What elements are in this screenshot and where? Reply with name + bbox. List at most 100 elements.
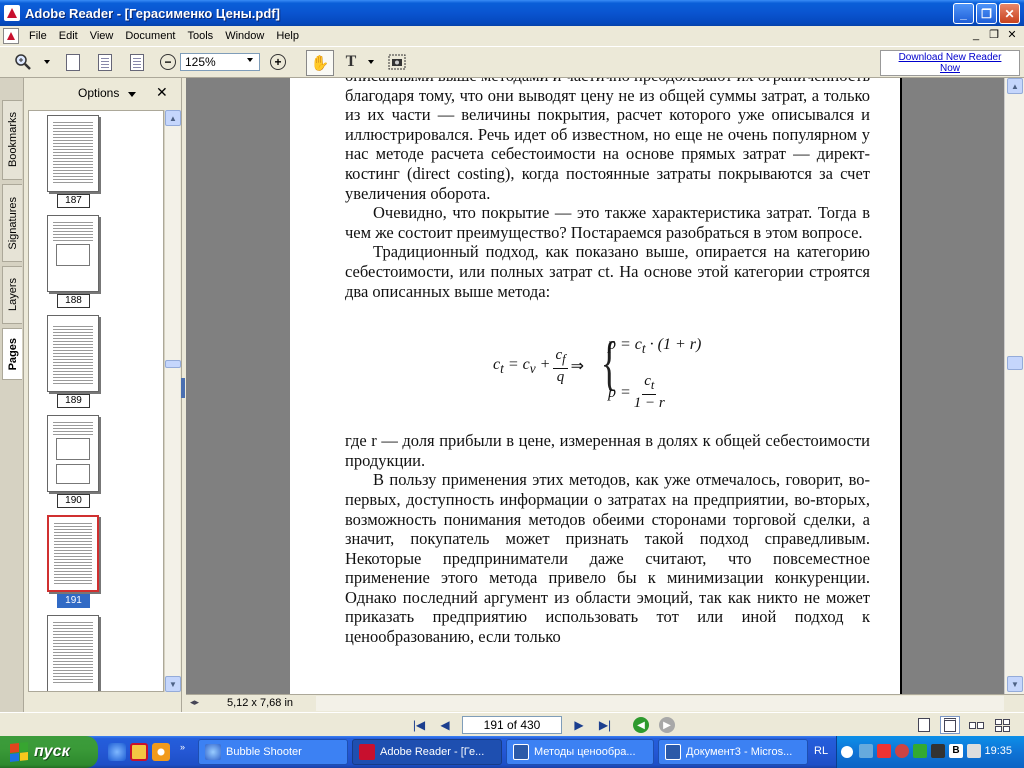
download-reader-link[interactable]: Download New Reader Now bbox=[890, 52, 1010, 74]
taskbar-item-label: Документ3 - Micros... bbox=[686, 746, 793, 758]
doc-restore-button[interactable]: ❐ bbox=[986, 28, 1002, 42]
magnifier-icon bbox=[13, 52, 33, 72]
maximize-button[interactable]: ❐ bbox=[976, 3, 997, 24]
fit-page-button[interactable] bbox=[94, 51, 116, 73]
tab-layers[interactable]: Layers bbox=[2, 266, 22, 324]
taskbar-item-word-document3[interactable]: Документ3 - Micros... bbox=[658, 739, 808, 765]
next-view-button[interactable]: ▶ bbox=[658, 717, 676, 733]
close-button[interactable]: ✕ bbox=[999, 3, 1020, 24]
taskbar-item-adobe-reader[interactable]: Adobe Reader - [Ге... bbox=[352, 739, 502, 765]
scroll-thumb[interactable] bbox=[165, 360, 181, 368]
scroll-up-button[interactable]: ▲ bbox=[1007, 78, 1023, 94]
page-thumbnail[interactable] bbox=[47, 415, 99, 492]
page-thumbnail[interactable] bbox=[47, 115, 99, 192]
b-app-icon[interactable]: B bbox=[949, 744, 963, 758]
scroll-up-button[interactable]: ▲ bbox=[165, 110, 181, 126]
minimize-button[interactable]: _ bbox=[953, 3, 974, 24]
formula-cost: ct = cv + cf q ⇒ bbox=[493, 347, 584, 386]
document-icon[interactable] bbox=[3, 28, 19, 44]
page-number-input[interactable]: 191 of 430 bbox=[462, 716, 562, 734]
page-thumbnail-current[interactable] bbox=[47, 515, 99, 592]
next-page-icon: ▶ bbox=[574, 718, 584, 732]
first-page-button[interactable]: |◀ bbox=[410, 717, 428, 733]
menu-tools[interactable]: Tools bbox=[182, 27, 220, 45]
fit-width-button[interactable] bbox=[126, 51, 148, 73]
menu-document[interactable]: Document bbox=[119, 27, 181, 45]
title-bar[interactable]: Adobe Reader - [Герасименко Цены.pdf] _ … bbox=[0, 0, 1024, 26]
internet-explorer-icon[interactable] bbox=[108, 743, 126, 761]
split-arrows-icon[interactable]: ◂▸ bbox=[190, 697, 199, 708]
paragraph: Очевидно, что покрытие — это также харак… bbox=[345, 203, 870, 242]
zoom-dropdown-button[interactable] bbox=[40, 51, 54, 73]
close-panel-button[interactable]: ✕ bbox=[156, 84, 168, 101]
tab-signatures[interactable]: Signatures bbox=[2, 184, 22, 262]
taskbar-item-label: Bubble Shooter bbox=[226, 746, 302, 758]
quick-launch-expand-icon[interactable]: » bbox=[180, 742, 185, 752]
taskbar-item-word-methods[interactable]: Методы ценообра... bbox=[506, 739, 654, 765]
menu-view[interactable]: View bbox=[84, 27, 120, 45]
options-button[interactable]: Options bbox=[78, 86, 119, 100]
single-page-view-button[interactable] bbox=[914, 716, 934, 734]
menu-file[interactable]: File bbox=[23, 27, 53, 45]
select-dropdown-button[interactable] bbox=[364, 51, 378, 73]
scroll-thumb[interactable] bbox=[1007, 356, 1023, 370]
document-view[interactable]: описанными выше методами и частично прео… bbox=[186, 78, 1004, 694]
last-page-button[interactable]: ▶| bbox=[596, 717, 614, 733]
splitter-grip[interactable] bbox=[181, 378, 185, 398]
taskbar-item-bubble-shooter[interactable]: Bubble Shooter bbox=[198, 739, 348, 765]
chevron-down-icon[interactable] bbox=[128, 92, 136, 97]
document-scrollbar[interactable]: ▲ ▼ bbox=[1004, 78, 1024, 694]
previous-page-button[interactable]: ◀ bbox=[436, 717, 454, 733]
tray-expand-icon[interactable] bbox=[841, 746, 853, 758]
zoom-tool-button[interactable] bbox=[12, 51, 34, 73]
network-icon[interactable] bbox=[859, 744, 873, 758]
zoom-in-button[interactable]: + bbox=[268, 51, 288, 73]
volume-icon[interactable] bbox=[967, 744, 981, 758]
menu-bar: File Edit View Document Tools Window Hel… bbox=[0, 26, 1024, 46]
chevron-down-icon bbox=[368, 60, 374, 64]
page-thumbnail[interactable] bbox=[47, 315, 99, 392]
navigation-tabs: Bookmarks Signatures Layers Pages bbox=[0, 78, 24, 712]
previous-view-button[interactable]: ◀ bbox=[632, 717, 650, 733]
facing-view-button[interactable] bbox=[966, 716, 986, 734]
page-thumbnail[interactable] bbox=[47, 615, 99, 691]
menu-edit[interactable]: Edit bbox=[53, 27, 84, 45]
doc-close-button[interactable]: ✕ bbox=[1004, 28, 1020, 42]
bluetooth-icon[interactable] bbox=[913, 744, 927, 758]
horizontal-scrollbar[interactable] bbox=[316, 696, 1004, 711]
media-player-icon[interactable] bbox=[152, 743, 170, 761]
hand-tool-button[interactable]: ✋ bbox=[306, 50, 334, 76]
zoom-out-button[interactable]: − bbox=[158, 51, 178, 73]
security-shield-icon[interactable] bbox=[877, 744, 891, 758]
actual-size-button[interactable] bbox=[62, 51, 84, 73]
hand-icon: ✋ bbox=[310, 55, 330, 72]
tab-pages[interactable]: Pages bbox=[2, 328, 22, 380]
next-page-button[interactable]: ▶ bbox=[570, 717, 588, 733]
zoom-combo-arrow-icon[interactable] bbox=[247, 58, 253, 62]
thumbnail-scrollbar[interactable]: ▲ ▼ bbox=[164, 110, 181, 692]
page-thumbnail-label: 188 bbox=[57, 294, 90, 308]
minus-icon: − bbox=[160, 54, 176, 70]
antivirus-icon[interactable] bbox=[895, 744, 909, 758]
scroll-down-button[interactable]: ▼ bbox=[165, 676, 181, 692]
continuous-facing-view-button[interactable] bbox=[992, 716, 1012, 734]
menu-help[interactable]: Help bbox=[270, 27, 305, 45]
continuous-view-button[interactable] bbox=[940, 716, 960, 734]
select-text-button[interactable]: T bbox=[340, 51, 362, 73]
snapshot-tool-button[interactable] bbox=[386, 51, 408, 73]
pages-panel: Options ✕ 187 188 189 190 191 ▲ ▼ bbox=[24, 78, 181, 712]
start-label: пуск bbox=[34, 743, 70, 760]
doc-minimize-button[interactable]: _ bbox=[968, 28, 984, 42]
start-button[interactable]: пуск bbox=[0, 736, 98, 768]
menu-window[interactable]: Window bbox=[219, 27, 270, 45]
monitor-icon[interactable] bbox=[931, 744, 945, 758]
zoom-input[interactable]: 125% bbox=[180, 53, 260, 71]
outlook-express-icon[interactable] bbox=[130, 743, 148, 761]
thumbnail-list[interactable]: 187 188 189 190 191 bbox=[28, 110, 164, 692]
taskbar: пуск » Bubble Shooter Adobe Reader - [Ге… bbox=[0, 736, 1024, 768]
scroll-down-button[interactable]: ▼ bbox=[1007, 676, 1023, 692]
language-indicator[interactable]: RL bbox=[814, 745, 828, 757]
page-thumbnail[interactable] bbox=[47, 215, 99, 292]
tab-bookmarks[interactable]: Bookmarks bbox=[2, 100, 22, 180]
chevron-down-icon bbox=[44, 60, 50, 64]
